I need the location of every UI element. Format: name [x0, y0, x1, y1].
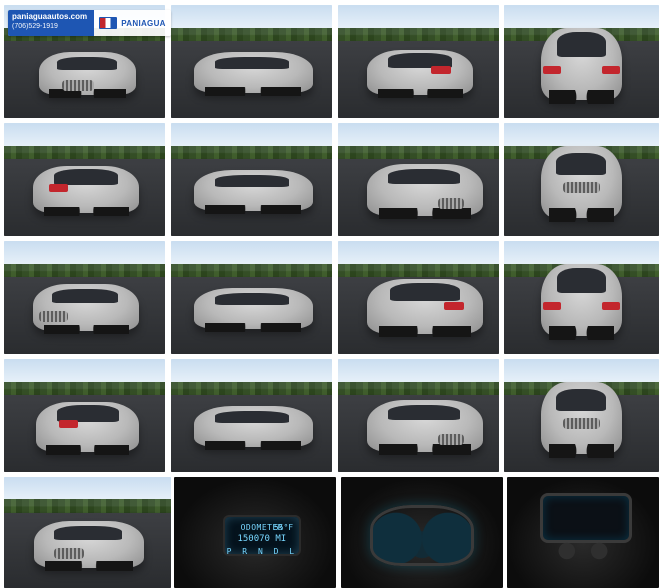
thumb-vehicle-grille	[562, 181, 601, 194]
odometer-value: 150070 MI	[237, 533, 287, 544]
gallery-thumb-15[interactable]	[338, 359, 499, 472]
gallery-thumb-19-gauges[interactable]	[341, 477, 503, 588]
dealer-logo-icon	[99, 17, 118, 29]
thumb-taillight	[431, 66, 451, 74]
thumb-vehicle-grille	[39, 311, 69, 323]
gallery-thumb-2[interactable]	[171, 5, 332, 118]
thumb-taillight	[58, 420, 79, 428]
dealer-brand-block: PANIAGUA	[94, 10, 171, 36]
photo-gallery-grid: paniaguaautos.com (706)529-1919 PANIAGUA	[4, 5, 659, 588]
thumb-vehicle	[366, 399, 483, 455]
thumb-vehicle	[541, 263, 622, 341]
thumb-vehicle	[366, 50, 474, 99]
gallery-thumb-12[interactable]	[504, 241, 659, 354]
thumb-treeline	[4, 499, 171, 513]
dealer-phone: (706)529-1919	[12, 23, 58, 30]
gallery-thumb-3[interactable]	[338, 5, 499, 118]
gallery-thumb-17[interactable]	[4, 477, 171, 588]
gallery-thumb-16[interactable]	[504, 359, 659, 472]
thumb-vehicle-grille	[61, 79, 95, 91]
thumb-taillight-right	[601, 302, 621, 310]
gallery-thumb-4[interactable]	[504, 5, 659, 118]
thumb-treeline	[338, 263, 499, 278]
dealer-domain: paniaguaautos.com	[12, 12, 88, 21]
thumb-vehicle-grille	[54, 548, 85, 560]
thumb-treeline	[171, 27, 332, 42]
thumb-vehicle	[32, 283, 140, 335]
thumb-treeline	[338, 27, 499, 42]
gear-indicator: P R N D L	[226, 546, 298, 556]
thumb-vehicle	[193, 52, 313, 96]
gallery-thumb-10[interactable]	[171, 241, 332, 354]
center-stack-display	[540, 492, 632, 543]
dealer-contact-block: paniaguaautos.com (706)529-1919	[8, 10, 94, 36]
thumb-treeline	[4, 381, 165, 396]
thumb-treeline	[4, 145, 165, 160]
thumb-vehicle	[36, 401, 140, 455]
thumb-taillight	[444, 302, 464, 310]
thumb-vehicle	[193, 406, 313, 450]
thumb-vehicle	[34, 521, 145, 571]
thumb-vehicle	[193, 288, 313, 332]
dealer-watermark: paniaguaautos.com (706)529-1919 PANIAGUA	[8, 10, 171, 36]
thumb-vehicle-grille	[437, 433, 464, 445]
gauge-cluster	[370, 504, 474, 566]
thumb-treeline	[171, 263, 332, 278]
thumb-vehicle-grille	[562, 417, 601, 430]
thumb-treeline	[171, 381, 332, 396]
thumb-treeline	[338, 381, 499, 396]
gallery-thumb-13[interactable]	[4, 359, 165, 472]
thumb-vehicle	[541, 27, 622, 105]
gallery-thumb-7[interactable]	[338, 123, 499, 236]
gallery-thumb-11[interactable]	[338, 241, 499, 354]
gallery-thumb-14[interactable]	[171, 359, 332, 472]
odometer-temp: 55°F	[273, 522, 294, 532]
thumb-vehicle	[366, 279, 483, 338]
gallery-thumb-18-odometer[interactable]: 55°F ODOMETER 150070 MI P R N D L	[174, 477, 336, 588]
thumb-vehicle	[193, 170, 313, 214]
center-stack-knobs	[555, 541, 611, 562]
thumb-vehicle-grille	[437, 197, 464, 209]
gallery-thumb-9[interactable]	[4, 241, 165, 354]
dealer-brand: PANIAGUA	[121, 18, 166, 28]
odometer-display: 55°F ODOMETER 150070 MI P R N D L	[222, 514, 302, 557]
gallery-thumb-8[interactable]	[504, 123, 659, 236]
gallery-thumb-20-dash[interactable]	[507, 477, 659, 588]
thumb-taillight-left	[542, 66, 562, 74]
thumb-taillight-left	[542, 302, 562, 310]
thumb-taillight-right	[601, 66, 621, 74]
thumb-taillight	[49, 184, 69, 192]
thumb-treeline	[171, 145, 332, 160]
thumb-treeline	[4, 263, 165, 278]
thumb-treeline	[338, 145, 499, 160]
gallery-thumb-5[interactable]	[4, 123, 165, 236]
gallery-thumb-6[interactable]	[171, 123, 332, 236]
thumb-vehicle	[366, 163, 483, 219]
